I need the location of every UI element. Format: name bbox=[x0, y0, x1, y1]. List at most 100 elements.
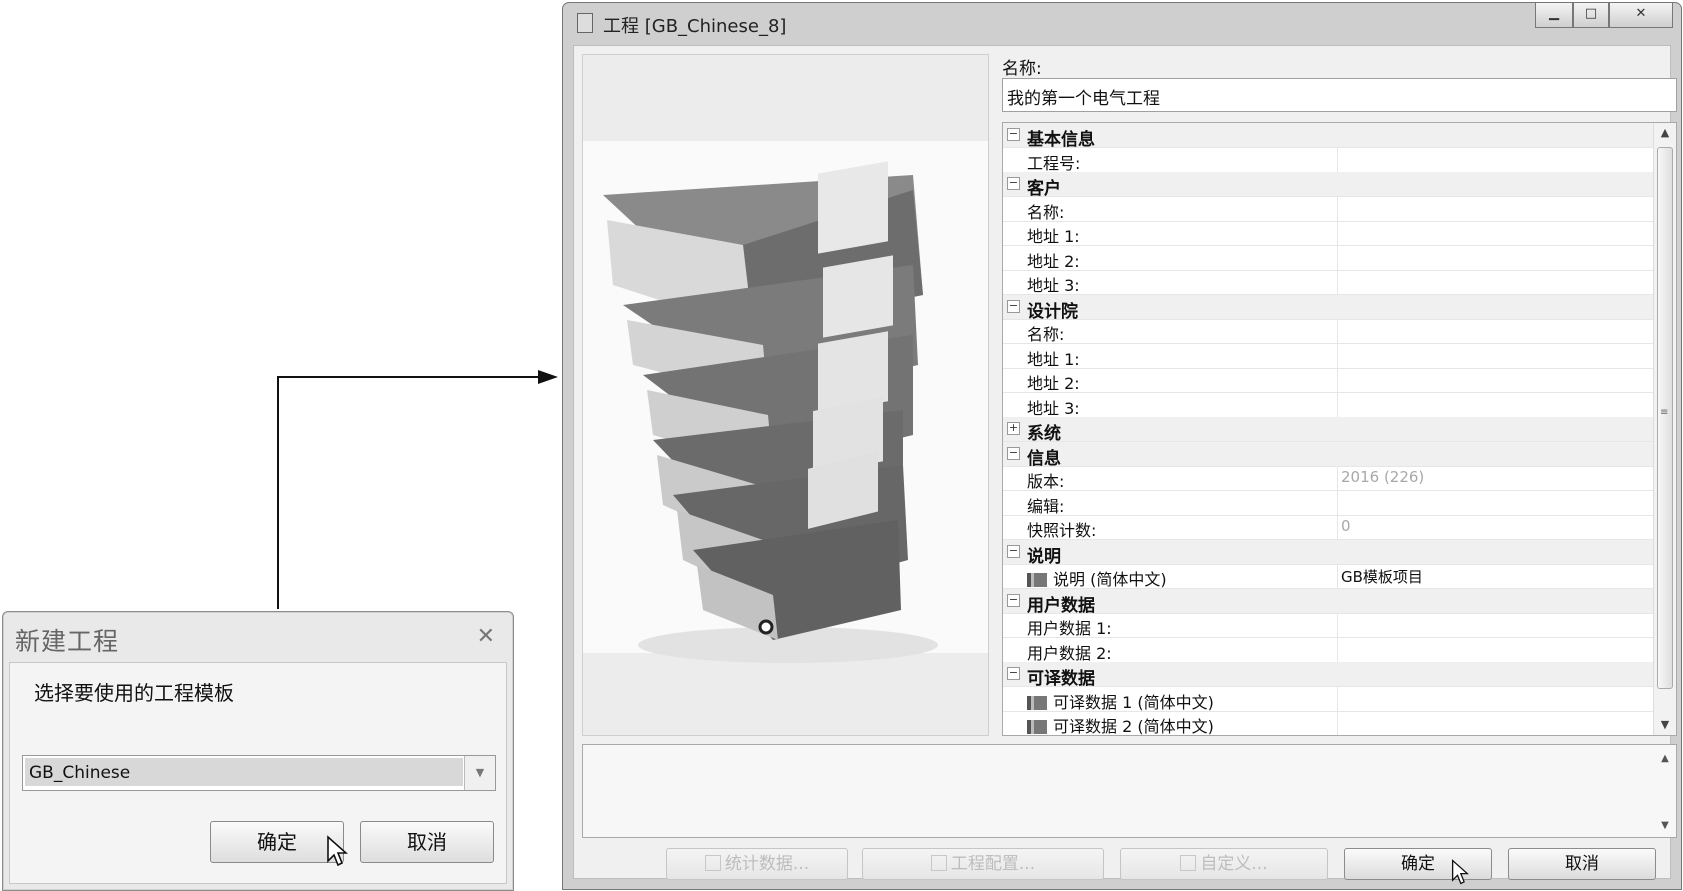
settings-icon bbox=[930, 855, 947, 871]
property-value[interactable]: 0 bbox=[1341, 517, 1351, 535]
connector-arrow-vertical bbox=[277, 376, 279, 609]
property-category[interactable]: − 客户 bbox=[1003, 172, 1653, 199]
cancel-button[interactable]: 取消 bbox=[360, 821, 494, 863]
property-label-text: 地址 2: bbox=[1027, 374, 1080, 393]
property-category-label: 客户 bbox=[1027, 179, 1061, 199]
expand-icon[interactable]: + bbox=[1007, 422, 1020, 435]
property-row[interactable]: 地址 1: bbox=[1003, 221, 1653, 246]
property-category[interactable]: − 设计院 bbox=[1003, 294, 1653, 322]
property-label: 地址 3: bbox=[1027, 395, 1080, 419]
property-row[interactable]: 名称: bbox=[1003, 319, 1653, 344]
chevron-down-icon[interactable]: ▼ bbox=[464, 756, 495, 790]
property-category[interactable]: + 系统 bbox=[1003, 417, 1653, 444]
property-category-label: 信息 bbox=[1027, 448, 1061, 469]
property-label: 可译数据 2 (简体中文) bbox=[1027, 713, 1214, 735]
property-value[interactable]: 2016 (226) bbox=[1341, 468, 1424, 486]
minimize-icon[interactable]: ▁ bbox=[1535, 3, 1573, 28]
column-separator bbox=[1337, 490, 1338, 515]
property-category-label: 可译数据 bbox=[1027, 669, 1095, 689]
column-separator bbox=[1337, 270, 1338, 294]
template-select[interactable]: GB_Chinese ▼ bbox=[22, 755, 496, 791]
language-flag-icon bbox=[1027, 573, 1047, 587]
project-name-input[interactable]: 我的第一个电气工程 bbox=[1002, 78, 1677, 112]
property-category[interactable]: − 说明 bbox=[1003, 539, 1653, 567]
project-properties-dialog: 工程 [GB_Chinese_8] ▁ □ ✕ 名称: 我的第一个电气工程 − … bbox=[562, 2, 1682, 890]
ok-button[interactable]: 确定 bbox=[210, 821, 344, 863]
column-separator bbox=[1337, 392, 1338, 417]
project-config-button[interactable]: 工程配置... bbox=[862, 848, 1104, 880]
property-category[interactable]: − 信息 bbox=[1003, 441, 1653, 469]
property-row[interactable]: 用户数据 2: bbox=[1003, 637, 1653, 664]
property-row[interactable]: 地址 3: bbox=[1003, 392, 1653, 419]
property-label-text: 用户数据 1: bbox=[1027, 619, 1112, 638]
property-category[interactable]: − 用户数据 bbox=[1003, 588, 1653, 616]
property-label: 地址 2: bbox=[1027, 248, 1080, 272]
property-value[interactable]: GB模板项目 bbox=[1341, 566, 1423, 587]
ok-button[interactable]: 确定 bbox=[1344, 848, 1492, 880]
scroll-down-icon[interactable]: ▼ bbox=[1658, 820, 1672, 831]
property-row[interactable]: 可译数据 2 (简体中文) bbox=[1003, 711, 1653, 735]
column-separator bbox=[1337, 515, 1338, 539]
collapse-icon[interactable]: − bbox=[1007, 299, 1020, 313]
mouse-cursor-icon bbox=[1451, 859, 1469, 885]
property-row[interactable]: 说明 (简体中文) GB模板项目 bbox=[1003, 564, 1653, 589]
property-row[interactable]: 用户数据 1: bbox=[1003, 613, 1653, 638]
customize-button[interactable]: 自定义... bbox=[1120, 848, 1328, 880]
property-label-text: 版本: bbox=[1027, 472, 1065, 491]
collapse-icon[interactable]: − bbox=[1007, 544, 1020, 558]
column-separator bbox=[1337, 196, 1338, 221]
collapse-icon[interactable]: − bbox=[1007, 593, 1020, 607]
property-label-text: 说明 (简体中文) bbox=[1053, 570, 1167, 589]
property-category-label: 基本信息 bbox=[1027, 130, 1095, 150]
property-grid-scrollbar[interactable]: ▲ ≡ ▼ bbox=[1653, 123, 1676, 735]
statistics-button[interactable]: 统计数据... bbox=[666, 848, 848, 880]
property-label-text: 快照计数: bbox=[1027, 521, 1097, 540]
column-separator bbox=[1337, 613, 1338, 637]
property-row[interactable]: 名称: bbox=[1003, 196, 1653, 222]
property-category[interactable]: − 可译数据 bbox=[1003, 662, 1653, 689]
column-separator bbox=[1337, 466, 1338, 490]
property-category-label: 说明 bbox=[1027, 546, 1061, 567]
close-icon[interactable]: ✕ bbox=[1609, 3, 1673, 28]
maximize-icon[interactable]: □ bbox=[1573, 3, 1609, 28]
window-controls: ▁ □ ✕ bbox=[1535, 3, 1673, 29]
scroll-up-icon[interactable]: ▲ bbox=[1654, 123, 1676, 143]
new-project-dialog: 新建工程 ✕ 选择要使用的工程模板 GB_Chinese ▼ 确定 取消 bbox=[2, 611, 514, 891]
project-name-value: 我的第一个电气工程 bbox=[1007, 89, 1160, 109]
property-category[interactable]: − 基本信息 bbox=[1003, 123, 1653, 150]
collapse-icon[interactable]: − bbox=[1007, 446, 1020, 460]
new-project-dialog-title: 新建工程 bbox=[15, 627, 120, 656]
project-dialog-content: 名称: 我的第一个电气工程 − 基本信息 工程号: − 客户 名称: 地址 1: 地址 2: 地… bbox=[573, 45, 1677, 885]
close-icon[interactable]: ✕ bbox=[477, 624, 495, 649]
scroll-thumb[interactable] bbox=[1657, 147, 1673, 689]
property-label: 地址 1: bbox=[1027, 223, 1080, 247]
property-row[interactable]: 地址 2: bbox=[1003, 368, 1653, 393]
property-label-text: 地址 2: bbox=[1027, 251, 1080, 271]
collapse-icon[interactable]: − bbox=[1007, 177, 1020, 190]
property-row[interactable]: 地址 3: bbox=[1003, 270, 1653, 295]
property-row[interactable]: 地址 2: bbox=[1003, 245, 1653, 272]
property-label-text: 名称: bbox=[1027, 325, 1065, 344]
property-label: 用户数据 2: bbox=[1027, 640, 1112, 664]
property-label: 工程号: bbox=[1027, 150, 1080, 174]
property-grid[interactable]: − 基本信息 工程号: − 客户 名称: 地址 1: 地址 2: 地址 3: − 设计院 名称: 地址 … bbox=[1002, 122, 1677, 736]
property-label-text: 地址 3: bbox=[1027, 276, 1080, 295]
scroll-up-icon[interactable]: ▲ bbox=[1658, 753, 1672, 764]
column-separator bbox=[1337, 221, 1338, 245]
property-row[interactable]: 工程号: bbox=[1003, 147, 1653, 174]
property-row[interactable]: 版本: 2016 (226) bbox=[1003, 466, 1653, 491]
property-row[interactable]: 快照计数: 0 bbox=[1003, 515, 1653, 540]
property-row[interactable]: 编辑: bbox=[1003, 490, 1653, 516]
collapse-icon[interactable]: − bbox=[1007, 128, 1020, 141]
project-config-button-label: 工程配置... bbox=[950, 854, 1036, 874]
project-icon bbox=[577, 13, 593, 33]
property-row[interactable]: 地址 1: bbox=[1003, 343, 1653, 369]
scroll-down-icon[interactable]: ▼ bbox=[1654, 715, 1676, 735]
property-row[interactable]: 可译数据 1 (简体中文) bbox=[1003, 686, 1653, 712]
collapse-icon[interactable]: − bbox=[1007, 667, 1020, 680]
column-separator bbox=[1337, 368, 1338, 392]
template-select-field[interactable]: GB_Chinese bbox=[25, 758, 463, 786]
cancel-button[interactable]: 取消 bbox=[1508, 848, 1656, 880]
column-separator bbox=[1337, 637, 1338, 662]
property-label: 名称: bbox=[1027, 321, 1064, 345]
